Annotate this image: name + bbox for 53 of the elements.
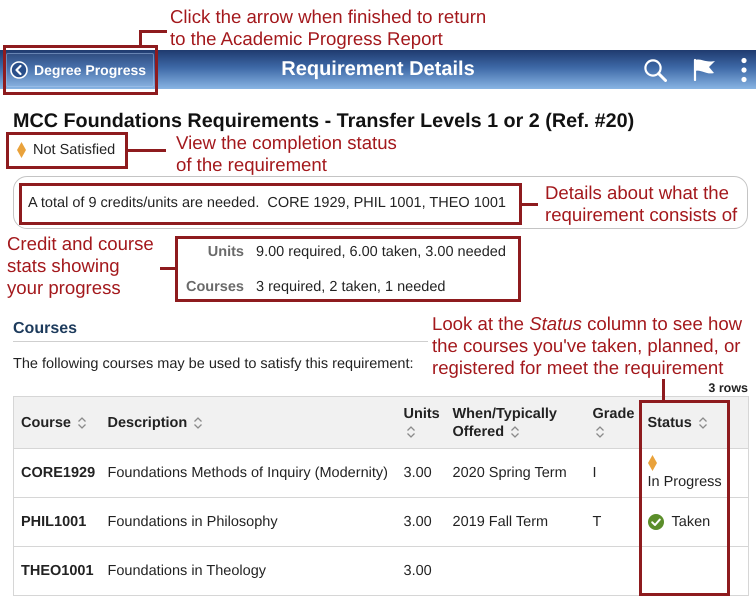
table-cell: T — [586, 498, 640, 546]
callout-text: View the completion status of the requirement — [176, 132, 398, 176]
column-header[interactable]: When/Typically Offered — [446, 396, 586, 448]
table-cell: Foundations in Philosophy — [100, 498, 396, 546]
sort-icon — [510, 424, 520, 439]
stat-value: 9.00 required, 6.00 taken, 3.00 needed — [256, 243, 506, 262]
details-text: A total of 9 credits/units are needed. CORE 1929, PHIL 1001, THEO 1001 — [28, 195, 506, 211]
sort-icon — [698, 416, 708, 430]
stat-label: Units — [208, 243, 244, 262]
callout-text: Credit and course stats showing your progress — [7, 233, 155, 299]
section-heading: Courses — [13, 320, 78, 337]
chevron-left-icon — [10, 60, 28, 78]
table-cell: Foundations Methods of Inquiry (Modernity) — [100, 448, 396, 498]
status-text: Not Satisfied — [33, 142, 116, 158]
table-cell: 2020 Spring Term — [446, 448, 586, 498]
search-icon[interactable] — [643, 58, 667, 82]
table-cell: I — [586, 448, 640, 498]
column-header[interactable]: Status — [640, 396, 748, 448]
column-header[interactable]: Description — [100, 396, 396, 448]
row-count: 3 rows — [708, 381, 748, 395]
status-text: Taken — [672, 514, 710, 530]
column-header[interactable]: Units — [396, 396, 446, 448]
table-cell: 2019 Fall Term — [446, 498, 586, 546]
status-text: In Progress — [648, 474, 722, 491]
back-button[interactable]: Degree Progress — [6, 52, 154, 86]
table-cell: 3.00 — [396, 498, 446, 546]
table-cell: Foundations in Theology — [100, 546, 396, 596]
diamond-icon — [17, 142, 26, 158]
table-cell: PHIL1001 — [14, 498, 100, 546]
stat-label: Courses — [186, 278, 244, 297]
leader-line — [128, 149, 166, 152]
sort-icon — [77, 416, 87, 430]
diamond-icon — [648, 455, 656, 471]
flag-icon[interactable] — [692, 58, 716, 81]
leader-line — [139, 30, 167, 45]
leader-line — [662, 379, 665, 400]
table-cell: 3.00 — [396, 546, 446, 596]
table-cell: CORE1929 — [14, 448, 100, 498]
column-header[interactable]: Course — [14, 396, 100, 448]
sort-icon — [193, 416, 204, 430]
page-title: Requirement Details — [281, 58, 475, 81]
sort-icon — [594, 424, 604, 439]
table-cell: 3.00 — [396, 448, 446, 498]
check-circle-icon — [648, 514, 664, 530]
sort-icon — [406, 424, 416, 439]
callout-text: Details about what the requirement consists of — [545, 182, 738, 226]
column-header[interactable]: Grade — [586, 396, 640, 448]
intro-text: The following courses may be used to satisfy this requirement: — [13, 356, 414, 372]
table-cell: THEO1001 — [14, 546, 100, 596]
requirement-title: MCC Foundations Requirements - Transfer Levels 1 or 2 (Ref. #20) — [13, 110, 636, 132]
stat-value: 3 required, 2 taken, 1 needed — [256, 278, 446, 297]
more-icon[interactable] — [741, 56, 747, 82]
callout-text: Click the arrow when finished to return to the Academic Progress Report — [170, 6, 488, 50]
